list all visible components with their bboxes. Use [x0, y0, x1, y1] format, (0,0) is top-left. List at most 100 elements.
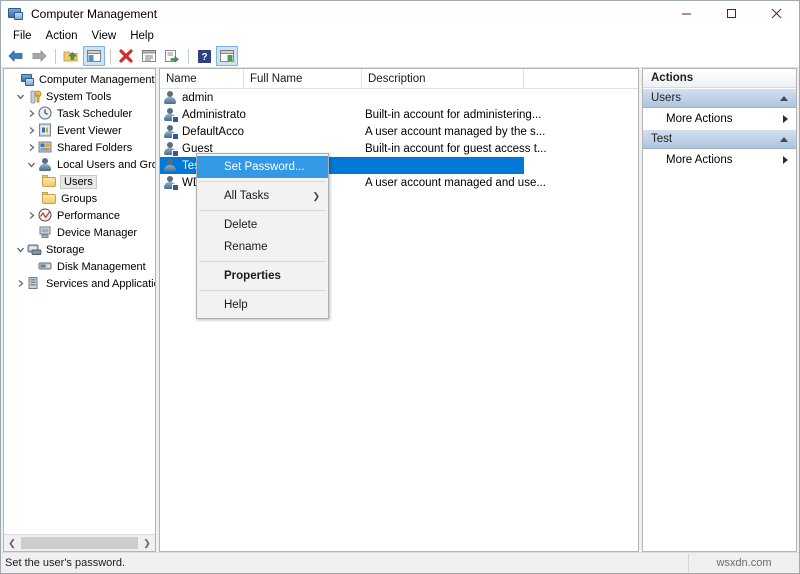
actions-group-label: Test: [651, 133, 673, 145]
twisty-expanded-icon[interactable]: [13, 88, 27, 105]
event-viewer-icon: [38, 123, 54, 139]
tree-item-label: Shared Folders: [57, 141, 133, 154]
twisty-collapsed-icon[interactable]: [24, 122, 38, 139]
context-menu-item-set-password[interactable]: Set Password...: [197, 156, 328, 178]
show-hide-action-pane-icon[interactable]: [216, 46, 238, 66]
export-list-icon[interactable]: [161, 46, 183, 66]
cell-description: Built-in account for administering...: [365, 108, 542, 121]
tree-item-performance[interactable]: Performance: [4, 207, 155, 224]
twisty-spacer: [24, 224, 38, 241]
services-icon: [27, 276, 43, 292]
action-label: More Actions: [666, 153, 733, 166]
back-icon[interactable]: [5, 46, 27, 66]
context-menu-item-label: Properties: [224, 270, 281, 282]
toolbar-separator: [110, 48, 111, 64]
maximize-button[interactable]: [709, 1, 754, 26]
tree-item-label: Computer Management (Local: [39, 73, 155, 86]
forward-icon[interactable]: [28, 46, 50, 66]
disk-management-icon: [38, 259, 54, 275]
tree-item-label: Device Manager: [57, 226, 138, 239]
column-header-full-name[interactable]: Full Name: [244, 69, 362, 88]
context-menu-item-help[interactable]: Help: [197, 294, 328, 316]
twisty-collapsed-icon[interactable]: [24, 105, 38, 122]
twisty-expanded-icon[interactable]: [24, 156, 38, 173]
scrollbar-thumb[interactable]: [21, 537, 138, 549]
table-row[interactable]: admin: [160, 89, 638, 106]
status-bar: Set the user's password. wsxdn.com: [1, 552, 799, 573]
window-title: Computer Management: [31, 6, 158, 21]
cell-description: A user account managed by the s...: [365, 125, 546, 138]
actions-group-header-test[interactable]: Test: [643, 129, 796, 149]
tree-item-device-manager[interactable]: Device Manager: [4, 224, 155, 241]
column-header-description[interactable]: Description: [362, 69, 524, 88]
user-account-icon: [163, 90, 179, 106]
tree-item-system-tools[interactable]: System Tools: [4, 88, 155, 105]
chevron-left-icon[interactable]: ❮: [4, 535, 20, 551]
tree-item-label: Services and Applications: [46, 277, 155, 290]
tree-item-local-users-and-groups[interactable]: Local Users and Groups: [4, 156, 155, 173]
cell-name: DefaultAcco: [182, 125, 245, 138]
close-button[interactable]: [754, 1, 799, 26]
context-menu-separator: [199, 290, 326, 291]
table-row[interactable]: DefaultAcco A user account managed by th…: [160, 123, 638, 140]
action-more-actions-test[interactable]: More Actions: [643, 149, 796, 170]
context-menu-item-all-tasks[interactable]: All Tasks ❯: [197, 185, 328, 207]
window-controls: [664, 1, 799, 26]
chevron-right-icon: [783, 155, 788, 164]
tree-item-label: Local Users and Groups: [57, 158, 155, 171]
tree-item-event-viewer[interactable]: Event Viewer: [4, 122, 155, 139]
tree-item-shared-folders[interactable]: Shared Folders: [4, 139, 155, 156]
up-folder-icon[interactable]: [60, 46, 82, 66]
column-header-name[interactable]: Name: [160, 69, 244, 88]
twisty-expanded-icon[interactable]: [13, 241, 27, 258]
properties-icon[interactable]: [138, 46, 160, 66]
tree-item-label: Disk Management: [57, 260, 146, 273]
tree-item-storage[interactable]: Storage: [4, 241, 155, 258]
chevron-up-icon[interactable]: [780, 95, 788, 101]
table-row[interactable]: Administrator Built-in account for admin…: [160, 106, 638, 123]
status-text: Set the user's password.: [5, 557, 126, 569]
console-tree: Computer Management (Local System Tools: [4, 69, 155, 534]
tree-horizontal-scrollbar[interactable]: ❮ ❯: [4, 534, 155, 551]
help-icon[interactable]: ?: [193, 46, 215, 66]
menu-file[interactable]: File: [6, 28, 39, 44]
mmc-console-icon: [8, 6, 24, 22]
user-account-icon: [163, 107, 179, 123]
watermark: wsxdn.com: [716, 557, 772, 569]
show-hide-console-tree-icon[interactable]: [83, 46, 105, 66]
minimize-button[interactable]: [664, 1, 709, 26]
tree-item-label: System Tools: [46, 90, 112, 103]
twisty-collapsed-icon[interactable]: [24, 207, 38, 224]
sidebar-item-groups[interactable]: Groups: [4, 190, 155, 207]
tree-item-task-scheduler[interactable]: Task Scheduler: [4, 105, 155, 122]
twisty-spacer: [35, 190, 42, 207]
context-menu-item-rename[interactable]: Rename: [197, 236, 328, 258]
tree-item-label: Event Viewer: [57, 124, 122, 137]
toolbar: ?: [1, 45, 799, 68]
sidebar-item-users[interactable]: Users: [4, 173, 155, 190]
action-more-actions-users[interactable]: More Actions: [643, 108, 796, 129]
menu-help[interactable]: Help: [123, 28, 161, 44]
list-column-headers: Name Full Name Description: [160, 69, 638, 89]
tree-item-services-and-applications[interactable]: Services and Applications: [4, 275, 155, 292]
tree-item-label: Storage: [46, 243, 85, 256]
twisty-collapsed-icon[interactable]: [13, 275, 27, 292]
cell-name: admin: [182, 91, 214, 104]
tree-item-computer-management[interactable]: Computer Management (Local: [4, 71, 155, 88]
context-menu-item-properties[interactable]: Properties: [197, 265, 328, 287]
delete-icon[interactable]: [115, 46, 137, 66]
user-account-icon: [163, 175, 179, 191]
menu-view[interactable]: View: [85, 28, 124, 44]
context-menu-item-label: Rename: [224, 241, 268, 253]
context-menu-item-label: Delete: [224, 219, 258, 231]
menu-action[interactable]: Action: [39, 28, 85, 44]
context-menu-item-delete[interactable]: Delete: [197, 214, 328, 236]
context-menu-item-label: Help: [224, 299, 248, 311]
tree-item-disk-management[interactable]: Disk Management: [4, 258, 155, 275]
twisty-spacer: [24, 258, 38, 275]
actions-group-header-users[interactable]: Users: [643, 88, 796, 108]
column-header-blank[interactable]: [524, 69, 638, 88]
chevron-up-icon[interactable]: [780, 136, 788, 142]
twisty-collapsed-icon[interactable]: [24, 139, 38, 156]
chevron-right-icon[interactable]: ❯: [139, 535, 155, 551]
